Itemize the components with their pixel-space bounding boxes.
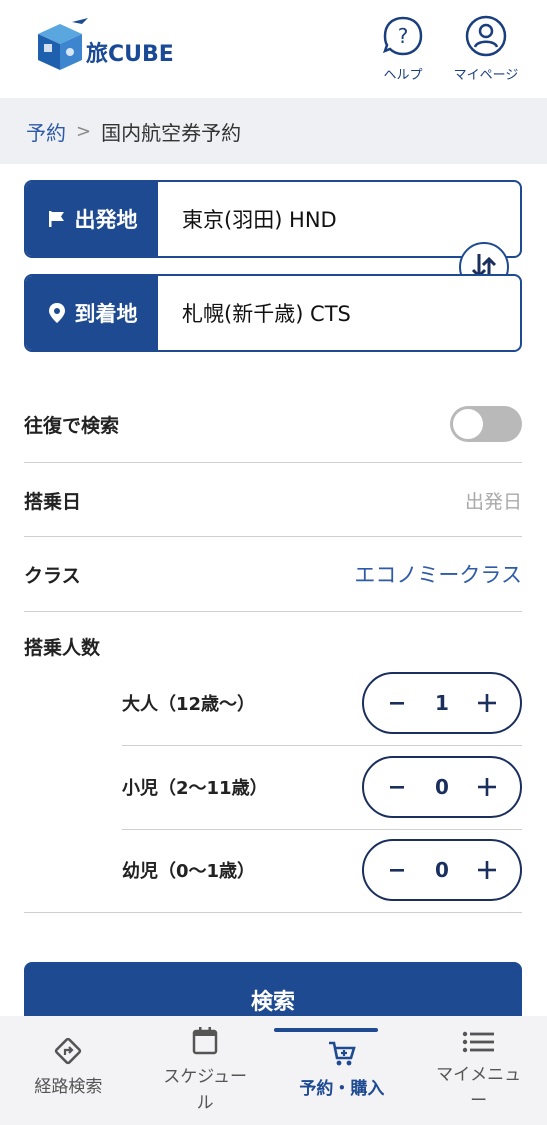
infant-stepper: 0 [362,839,522,901]
round-trip-row: 往復で検索 [24,404,522,444]
mypage-button[interactable]: マイページ [444,14,528,83]
nav-label: 経路検索 [34,1077,103,1097]
cart-icon [328,1041,356,1066]
breadcrumb-link-reservation[interactable]: 予約 [26,117,66,146]
increment-button[interactable] [472,772,502,802]
help-button[interactable]: ? ヘルプ [376,14,430,83]
decrement-button[interactable] [382,772,412,802]
increment-button[interactable] [472,688,502,718]
bottom-nav: 経路検索 スケジュール 予約・購入 マイメニュー [0,1016,547,1125]
class-label: クラス [24,564,81,587]
help-label: ヘルプ [383,68,423,83]
date-row[interactable]: 搭乗日 出発日 [24,478,522,522]
minus-icon [390,702,404,705]
tabicube-logo[interactable]: 旅CUBE [32,16,192,76]
date-label: 搭乗日 [24,490,82,513]
minus-icon [390,869,404,872]
date-placeholder[interactable]: 出発日 [465,487,522,514]
class-row[interactable]: クラス エコノミークラス [24,552,522,596]
divider [24,912,522,913]
increment-button[interactable] [472,855,502,885]
user-icon [465,15,507,57]
arrival-field[interactable]: 到着地 札幌(新千歳) CTS [24,274,522,352]
logo-cube-icon [38,18,88,70]
divider [122,829,522,830]
nav-label: 予約・購入 [299,1079,385,1099]
passenger-row-child: 小児（2〜11歳） 0 [122,756,522,818]
nav-item-route-search[interactable]: 経路検索 [0,1016,137,1125]
divider [24,536,522,537]
passenger-count: 0 [435,775,449,799]
departure-value[interactable]: 東京(羽田) HND [158,182,520,256]
flag-icon [48,211,64,227]
calendar-icon [192,1027,218,1055]
logo-text: 旅CUBE [86,42,174,67]
divider [24,462,522,463]
passenger-count: 1 [435,691,449,715]
plus-icon [477,778,496,796]
breadcrumb-current: 国内航空券予約 [101,120,242,145]
nav-item-booking[interactable]: 予約・購入 [273,1016,411,1125]
nav-label: マイメニュー [436,1065,522,1111]
decrement-button[interactable] [382,688,412,718]
plus-icon [477,694,496,712]
divider [122,745,522,746]
arrival-value[interactable]: 札幌(新千歳) CTS [158,276,520,350]
svg-text:?: ? [398,24,409,48]
mypage-label: マイページ [453,68,519,83]
passenger-label: 大人（12歳〜） [122,694,256,715]
divider [24,611,522,612]
child-stepper: 0 [362,756,522,818]
passengers-row: 搭乗人数 [24,630,522,662]
adult-stepper: 1 [362,672,522,734]
arrival-label: 到着地 [74,302,138,326]
round-trip-toggle[interactable] [450,406,522,442]
round-trip-label: 往復で検索 [24,414,120,437]
minus-icon [390,786,404,789]
passenger-label: 小児（2〜11歳） [122,778,268,799]
breadcrumb-separator: > [76,120,92,142]
plus-icon [477,861,496,879]
arrival-label-box: 到着地 [26,276,158,350]
help-icon: ? [382,16,423,56]
passenger-row-adult: 大人（12歳〜） 1 [122,672,522,734]
map-pin-icon [48,303,65,323]
nav-item-my-menu[interactable]: マイメニュー [410,1016,547,1125]
class-select[interactable]: エコノミークラス [354,559,522,589]
departure-label-box: 出発地 [26,182,158,256]
breadcrumb: 予約 > 国内航空券予約 [0,98,547,164]
menu-icon [462,1031,494,1053]
departure-label: 出発地 [74,208,138,232]
departure-field[interactable]: 出発地 東京(羽田) HND [24,180,522,258]
route-icon [55,1037,82,1065]
passenger-row-infant: 幼児（0〜1歳） 0 [122,839,522,901]
nav-item-schedule[interactable]: スケジュール [137,1016,274,1125]
passenger-label: 幼児（0〜1歳） [122,861,256,882]
nav-label: スケジュール [163,1067,248,1113]
passenger-count: 0 [435,858,449,882]
app-header: 旅CUBE ? ヘルプ マイページ [0,0,547,98]
decrement-button[interactable] [382,855,412,885]
passengers-label: 搭乗人数 [24,636,101,659]
